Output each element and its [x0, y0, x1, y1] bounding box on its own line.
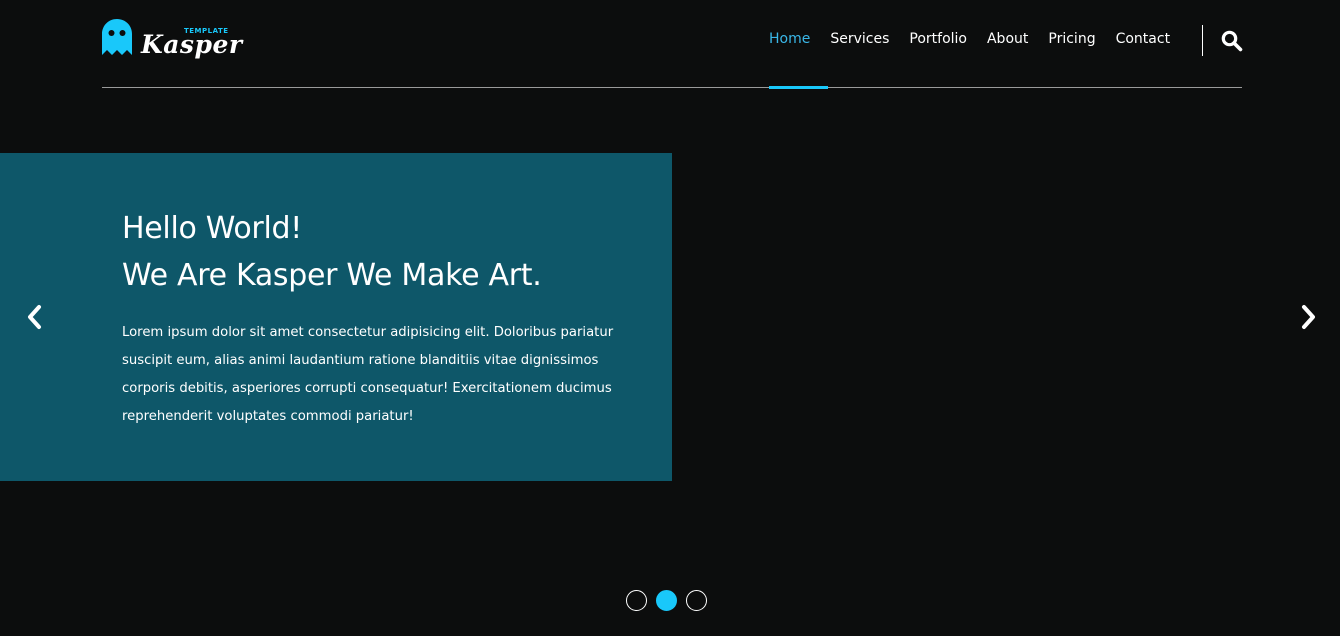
slide-heading-line-1: Hello World!	[122, 211, 302, 246]
slide-body-text: Lorem ipsum dolor sit amet consectetur a…	[122, 325, 614, 424]
logo-kasper-text: Kasper	[141, 30, 243, 59]
chevron-right-icon[interactable]	[1296, 302, 1320, 332]
nav-item-services[interactable]: Services	[830, 31, 889, 51]
chevron-left-icon[interactable]	[23, 302, 47, 332]
slider-bullet-1[interactable]	[626, 590, 647, 611]
main-nav: Home Services Portfolio About Pricing Co…	[769, 31, 1190, 51]
slider-bullets	[626, 590, 707, 612]
header-divider-line	[102, 87, 1242, 88]
slider-bullet-3[interactable]	[686, 590, 707, 611]
logo[interactable]: TEMPLATE Kasper	[102, 18, 242, 60]
nav-item-portfolio[interactable]: Portfolio	[909, 31, 967, 51]
slide-heading-line-2: We Are Kasper We Make Art.	[122, 258, 542, 293]
nav-item-contact[interactable]: Contact	[1116, 31, 1170, 51]
search-icon[interactable]	[1220, 29, 1244, 53]
ghost-icon	[102, 19, 132, 59]
nav-item-home[interactable]: Home	[769, 31, 810, 51]
nav-vertical-divider	[1202, 25, 1203, 56]
nav-item-about[interactable]: About	[987, 31, 1028, 51]
slide-content-panel	[0, 153, 672, 481]
slide-heading: Hello World! We Are Kasper We Make Art.	[122, 205, 662, 299]
nav-item-pricing[interactable]: Pricing	[1048, 31, 1095, 51]
slider-bullet-2[interactable]	[656, 590, 677, 611]
nav-active-indicator	[769, 86, 828, 89]
